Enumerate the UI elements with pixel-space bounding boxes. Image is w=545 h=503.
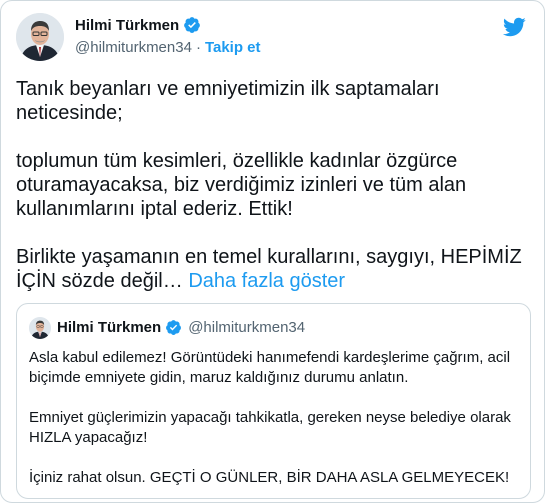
separator-dot: · xyxy=(195,39,201,56)
quoted-tweet[interactable]: Hilmi Türkmen @hilmiturkmen34 Asla kabul… xyxy=(16,303,531,499)
author-handle-row: @hilmiturkmen34 · Takip et xyxy=(75,39,261,56)
quoted-line: Emniyet güçlerimizin yapacağı tahkikatla… xyxy=(29,409,511,426)
quoted-author-name[interactable]: Hilmi Türkmen xyxy=(57,319,161,336)
quoted-author-avatar[interactable] xyxy=(29,317,51,339)
author-handle[interactable]: @hilmiturkmen34 xyxy=(75,39,192,56)
twitter-bird-icon[interactable] xyxy=(502,15,526,39)
quoted-line: Asla kabul edilemez! Görüntüdeki hanımef… xyxy=(29,349,511,366)
author-avatar[interactable] xyxy=(16,13,64,61)
avatar-photo xyxy=(29,317,51,339)
tweet-line: toplumun tüm kesimleri, özellikle kadınl… xyxy=(16,150,458,172)
verified-badge-icon xyxy=(183,16,201,34)
tweet-line: kullanımlarını iptal ederiz. Ettik! xyxy=(16,198,293,220)
tweet-last-line: İÇİN sözde değil… Daha fazla göster xyxy=(16,269,531,293)
quoted-line: biçimde emniyete gidin, maruz kaldığınız… xyxy=(29,369,409,386)
author-name-row: Hilmi Türkmen xyxy=(75,16,201,34)
avatar-photo xyxy=(16,13,64,61)
tweet-card[interactable]: Hilmi Türkmen @hilmiturkmen34 · Takip et… xyxy=(0,0,545,503)
tweet-line: oturamayacaksa, biz verdiğimiz izinleri … xyxy=(16,174,467,196)
tweet-line: Birlikte yaşamanın en temel kurallarını,… xyxy=(16,246,522,268)
verified-badge-icon xyxy=(165,319,182,336)
tweet-text: Tanık beyanları ve emniyetimizin ilk sap… xyxy=(16,77,531,293)
quoted-line: İçiniz rahat olsun. GEÇTİ O GÜNLER, BİR … xyxy=(29,469,510,486)
follow-button[interactable]: Takip et xyxy=(205,39,261,56)
quoted-author-handle: @hilmiturkmen34 xyxy=(188,319,306,336)
tweet-line: neticesinde; xyxy=(16,102,123,124)
tweet-line: Tanık beyanları ve emniyetimizin ilk sap… xyxy=(16,78,440,100)
tweet-line-truncated: İÇİN sözde değil… xyxy=(16,270,183,292)
quoted-tweet-text: Asla kabul edilemez! Görüntüdeki hanımef… xyxy=(29,348,521,488)
quoted-line: HIZLA yapacağız! xyxy=(29,429,148,446)
quoted-author-row: Hilmi Türkmen @hilmiturkmen34 xyxy=(57,319,305,336)
show-more-link[interactable]: Daha fazla göster xyxy=(188,270,345,292)
author-display-name[interactable]: Hilmi Türkmen xyxy=(75,17,179,34)
